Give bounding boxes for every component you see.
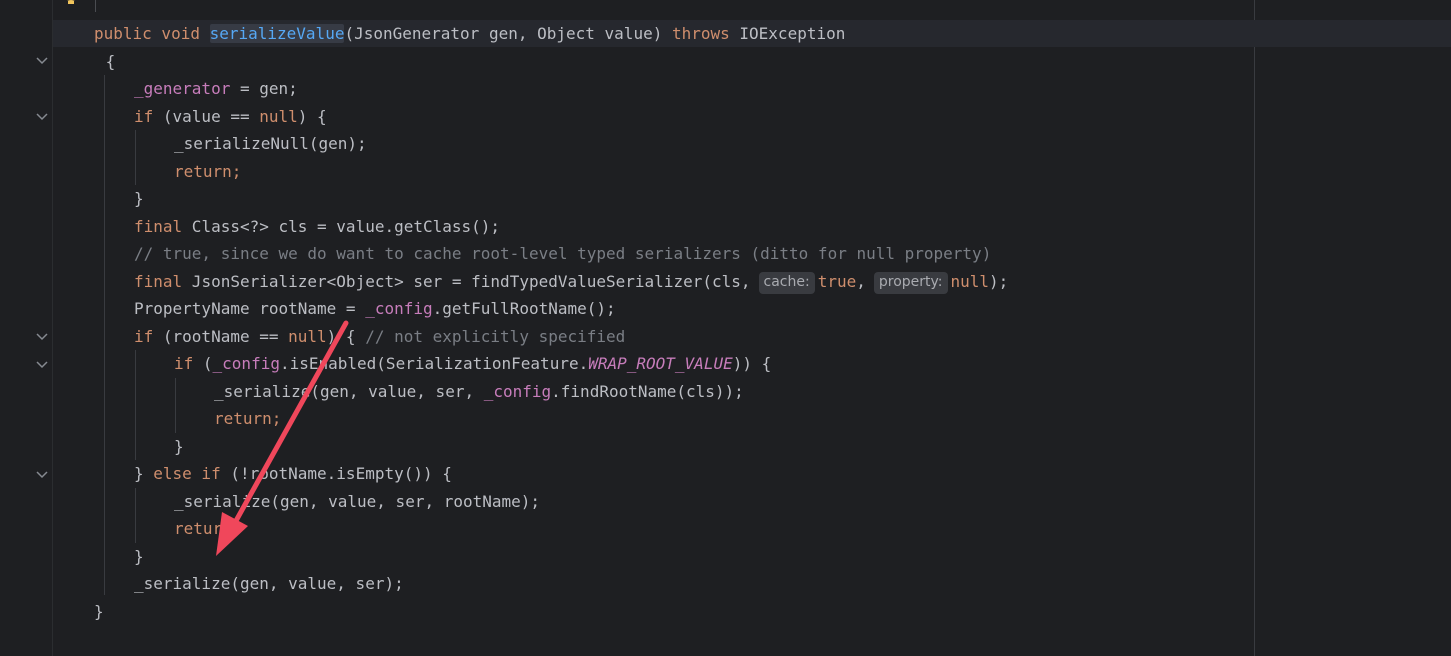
code-text: = gen; [230,79,298,98]
code-text: _serialize(gen, value, ser, rootName); [174,492,541,511]
keyword: final [134,272,183,291]
code-line[interactable]: PropertyName rootName = _config.getFullR… [134,295,616,322]
keyword: if [174,354,194,373]
code-text: } [134,464,154,483]
code-text: ( [193,354,213,373]
indent-guide [135,488,136,543]
keyword: if [134,107,154,126]
enum-constant: WRAP_ROOT_VALUE [588,354,733,373]
comment: // true, since we do want to cache root-… [134,244,992,263]
keyword: return; [174,162,242,181]
chevron-down-icon[interactable] [34,466,50,482]
method-name[interactable]: serializeValue [209,24,345,43]
comment: // not explicitly specified [365,327,626,346]
keyword: final [134,217,183,236]
code-text: (!rootName.isEmpty()) { [220,464,452,483]
code-text: )) { [732,354,772,373]
code-line[interactable]: } [134,543,144,570]
field-ref: _generator [134,79,231,98]
indent-guide [175,378,176,433]
code-line[interactable]: } [174,433,184,460]
code-text: .findRootName(cls)); [551,382,744,401]
code-line[interactable]: if (rootName == null) { // not explicitl… [134,323,625,350]
code-text: .isEnabled(SerializationFeature. [279,354,589,373]
code-text: ); [989,272,1009,291]
chevron-down-icon[interactable] [34,108,50,124]
lightbulb-icon[interactable] [60,0,82,12]
field-ref: _config [365,299,433,318]
parameters: (JsonGenerator gen, Object value) [344,24,672,43]
field-ref: _config [212,354,280,373]
code-text: (rootName == [153,327,289,346]
parameter-hint: cache: [758,272,815,294]
code-text: ) { [326,327,366,346]
brace: } [94,602,104,621]
keyword: return; [174,519,242,538]
code-line[interactable]: final JsonSerializer<Object> ser = findT… [134,268,1008,295]
indent-guide [135,350,136,460]
brace: { [96,52,116,71]
keyword: else if [153,464,221,483]
code-line[interactable]: if (value == null) { [134,103,327,130]
code-line[interactable]: // true, since we do want to cache root-… [134,240,991,267]
code-text: PropertyName rootName = [134,299,366,318]
code-text: Class<?> cls = value.getClass(); [182,217,501,236]
code-line[interactable]: _serialize(gen, value, ser, rootName); [174,488,540,515]
top-guide [95,0,96,12]
brace: } [174,437,184,456]
indent-guide [104,75,105,595]
code-line[interactable]: } [134,185,144,212]
code-line[interactable]: final Class<?> cls = value.getClass(); [134,213,500,240]
gutter-divider [52,0,53,656]
code-line[interactable]: { [96,48,116,75]
keyword: null [288,327,327,346]
code-line-signature[interactable]: public void serializeValue(JsonGenerator… [94,20,845,47]
code-line[interactable]: return; [174,515,241,542]
brace: } [134,189,144,208]
code-text: JsonSerializer<Object> ser = findTypedVa… [182,272,751,291]
indent-guide [135,130,136,185]
code-text: .getFullRootName(); [432,299,616,318]
field-ref: _config [483,382,552,401]
keyword: return; [214,409,282,428]
chevron-down-icon[interactable] [34,328,50,344]
code-line[interactable]: if (_config.isEnabled(SerializationFeatu… [174,350,771,377]
keyword: true [817,272,857,291]
code-line[interactable]: _serializeNull(gen); [174,130,367,157]
brace: } [134,547,144,566]
keyword: throws [671,24,730,43]
code-line[interactable]: _serialize(gen, value, ser); [134,570,404,597]
code-line[interactable]: } else if (!rootName.isEmpty()) { [134,460,452,487]
keyword: public void [94,24,210,43]
code-text: , [856,272,866,291]
code-text: _serializeNull(gen); [174,134,367,153]
code-text: ) { [297,107,327,126]
exception-type: IOException [729,24,846,43]
right-margin-guide [1254,0,1255,656]
chevron-down-icon[interactable] [34,52,50,68]
code-line[interactable]: return; [214,405,281,432]
chevron-down-icon[interactable] [34,356,50,372]
code-text: (value == [153,107,260,126]
code-line[interactable]: _serialize(gen, value, ser, _config.find… [214,378,744,405]
code-line[interactable]: } [94,598,104,625]
code-text: _serialize(gen, value, ser, [214,382,484,401]
code-text: _serialize(gen, value, ser); [134,574,404,593]
keyword: if [134,327,154,346]
code-line[interactable]: return; [174,158,241,185]
keyword: null [950,272,990,291]
code-line[interactable]: _generator = gen; [134,75,298,102]
parameter-hint: property: [873,272,948,294]
keyword: null [259,107,298,126]
